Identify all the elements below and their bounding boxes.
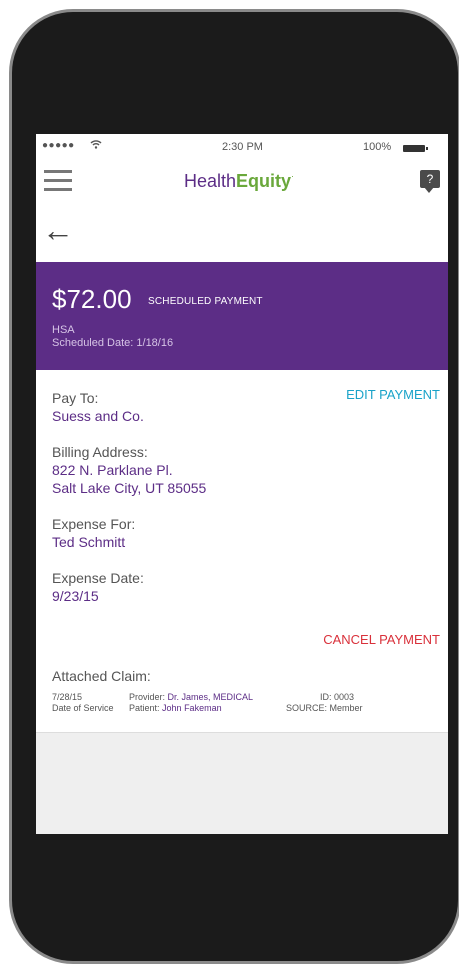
expense-date-value: 9/23/15 (52, 588, 99, 604)
app-header: HealthEquity· ? (36, 162, 448, 206)
service-date: 7/28/15 (52, 692, 83, 702)
scheduled-date: Scheduled Date: 1/18/16 (52, 337, 174, 349)
signal-icon: ●●●●● (42, 140, 75, 151)
claim-source: SOURCE: Member (286, 703, 363, 713)
nav-bar: ← (36, 206, 448, 262)
payment-details: EDIT PAYMENT Pay To: Suess and Co. Billi… (36, 370, 448, 663)
wifi-icon (90, 138, 102, 152)
billing-address-label: Billing Address: (52, 444, 148, 460)
edit-payment-button[interactable]: EDIT PAYMENT (346, 387, 440, 402)
status-time: 2:30 PM (222, 141, 263, 153)
pay-to-label: Pay To: (52, 390, 99, 406)
attached-claim[interactable]: Attached Claim: 7/28/15 Date of Service … (36, 662, 448, 733)
battery-percent: 100% (363, 141, 392, 153)
patient-name: John Fakeman (162, 703, 222, 713)
cancel-payment-button[interactable]: CANCEL PAYMENT (323, 632, 440, 647)
app-screen: ●●●●● 2:30 PM 100% HealthEquity· ? ← $72… (36, 134, 448, 834)
menu-icon[interactable] (44, 170, 72, 192)
claim-id: ID: 0003 (320, 692, 355, 702)
service-date-caption: Date of Service (52, 703, 114, 713)
expense-for-label: Expense For: (52, 516, 136, 532)
patient: Patient: John Fakeman (129, 703, 222, 713)
help-icon[interactable]: ? (420, 170, 440, 193)
payment-status-label: SCHEDULED PAYMENT (148, 296, 263, 307)
back-arrow-icon[interactable]: ← (42, 212, 74, 248)
billing-address-line1: 822 N. Parklane Pl. (52, 462, 173, 478)
expense-for-value: Ted Schmitt (52, 534, 126, 550)
provider-name: Dr. James, MEDICAL (167, 692, 254, 702)
payment-summary: $72.00 SCHEDULED PAYMENT HSA Scheduled D… (36, 262, 448, 370)
billing-address-line2: Salt Lake City, UT 85055 (52, 480, 207, 496)
attached-claim-title: Attached Claim: (52, 668, 151, 684)
provider: Provider: Dr. James, MEDICAL (129, 692, 254, 702)
payment-amount: $72.00 (52, 284, 132, 314)
pay-to-value: Suess and Co. (52, 408, 144, 424)
status-bar: ●●●●● 2:30 PM 100% (36, 134, 448, 162)
brand-logo: HealthEquity· (184, 171, 295, 191)
expense-date-label: Expense Date: (52, 570, 144, 586)
account-type: HSA (52, 324, 75, 336)
battery-icon (403, 145, 428, 152)
